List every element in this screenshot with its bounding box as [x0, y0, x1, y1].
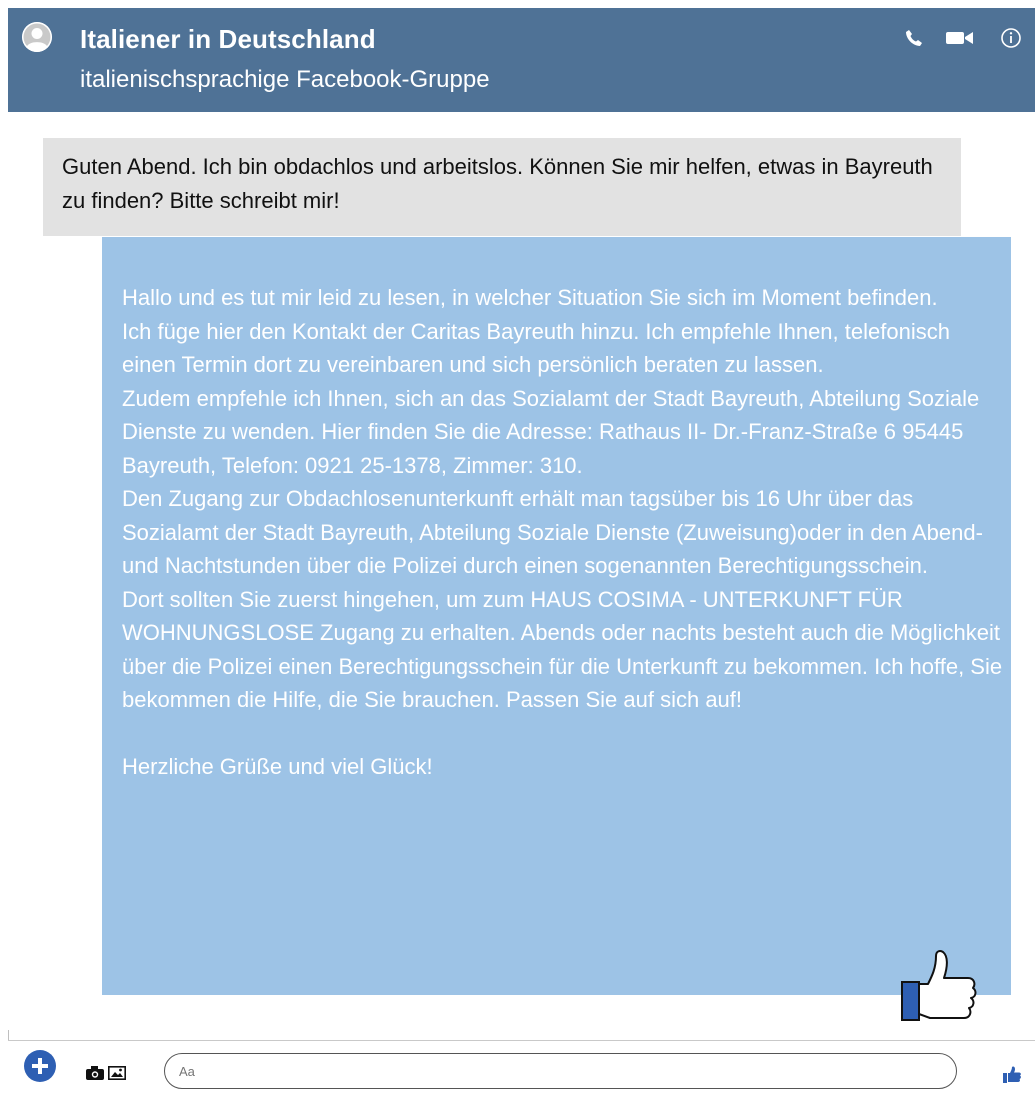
message-paragraph: Hallo und es tut mir leid zu lesen, in w…: [122, 285, 938, 310]
info-icon[interactable]: [1000, 27, 1022, 54]
video-icon[interactable]: [946, 30, 974, 51]
plus-icon[interactable]: [24, 1050, 56, 1087]
outgoing-message: Hallo und es tut mir leid zu lesen, in w…: [102, 237, 1011, 995]
thumbs-up-reaction-icon[interactable]: [898, 948, 978, 1024]
message-paragraph: Dort sollten Sie zuerst hingehen, um zum…: [122, 586, 1003, 713]
conversation-title: Italiener in Deutschland: [80, 24, 376, 54]
thumbs-up-icon[interactable]: [1003, 1066, 1021, 1088]
image-icon[interactable]: [108, 1066, 126, 1085]
message-paragraph: Den Zugang zur Obdachlosenunterkunft erh…: [122, 486, 983, 578]
camera-icon[interactable]: [86, 1066, 104, 1085]
incoming-message-text: Guten Abend. Ich bin obdachlos und arbei…: [62, 154, 933, 213]
message-paragraph: Zudem empfehle ich Ihnen, sich an das So…: [122, 385, 980, 478]
message-input[interactable]: [164, 1053, 957, 1089]
incoming-message: Guten Abend. Ich bin obdachlos und arbei…: [43, 138, 961, 236]
avatar-icon[interactable]: [22, 22, 52, 52]
chat-header: Italiener in Deutschland italienischspra…: [8, 8, 1035, 112]
message-closing: Herzliche Grüße und viel Glück!: [122, 754, 433, 779]
phone-icon[interactable]: [904, 28, 924, 53]
conversation-subtitle: italienischsprachige Facebook-Gruppe: [80, 66, 490, 93]
message-paragraph: Ich füge hier den Kontakt der Caritas Ba…: [122, 318, 950, 378]
